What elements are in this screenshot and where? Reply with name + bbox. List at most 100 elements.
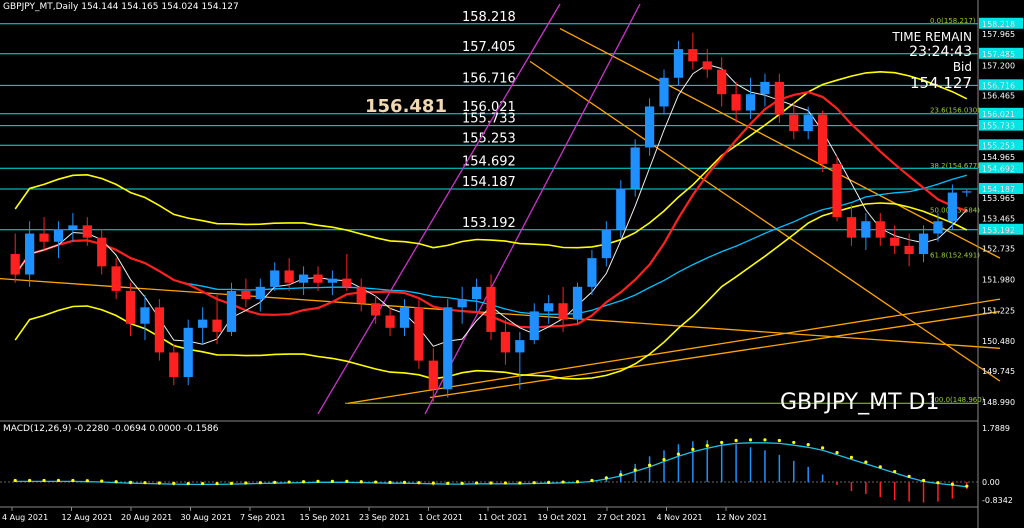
candle-body — [731, 94, 741, 111]
macd-tick-label: 0.00 — [982, 478, 1000, 487]
price-tick-label: 158.218 — [982, 20, 1015, 29]
macd-dot — [561, 480, 565, 484]
candle-body — [918, 233, 929, 255]
macd-dot — [100, 479, 104, 483]
time-tick-label: 19 Oct 2021 — [538, 513, 587, 522]
candle-body — [659, 77, 669, 107]
level-label: 154.187 — [462, 175, 516, 190]
price-tick-label: 152.735 — [982, 245, 1015, 254]
time-remain-value: 23:24:43 — [909, 44, 972, 60]
bid-value: 154.127 — [909, 74, 972, 92]
candle-body — [962, 191, 972, 193]
price-tick-label: 153.192 — [982, 226, 1015, 235]
candle-body — [356, 286, 366, 304]
macd-dot — [345, 479, 349, 484]
macd-dot — [201, 482, 205, 486]
macd-tick-label: -0.8342 — [982, 496, 1013, 505]
macd-dot — [301, 480, 306, 484]
macd-dot — [56, 478, 61, 483]
macd-dot — [950, 482, 954, 486]
time-tick-label: 30 Aug 2021 — [181, 513, 232, 522]
macd-dot — [720, 440, 724, 445]
macd-tick-label: 1.7889 — [982, 424, 1010, 433]
macd-dot — [734, 438, 738, 443]
candle-body — [890, 237, 900, 246]
macd-dot — [460, 481, 464, 485]
candle-body — [817, 114, 828, 164]
candle-body — [673, 49, 684, 78]
macd-dot — [575, 480, 580, 484]
macd-dot — [374, 480, 378, 484]
price-tick-label: 157.485 — [982, 50, 1015, 59]
candle-body — [544, 303, 554, 312]
chart-header: GBPJPY_MT,Daily 154.144 154.165 154.024 … — [3, 2, 239, 12]
time-tick-label: 20 Aug 2021 — [121, 513, 172, 522]
price-tick-label: 153.465 — [982, 215, 1015, 224]
fib-label: 38.2(154.677) — [930, 162, 980, 170]
candle-body — [717, 69, 727, 95]
candle-body — [169, 352, 179, 378]
macd-dot — [864, 460, 868, 464]
macd-dot — [532, 481, 536, 485]
candle-body — [428, 360, 438, 390]
candle-body — [125, 290, 136, 324]
time-tick-label: 4 Nov 2021 — [657, 513, 703, 522]
candle-body — [298, 274, 309, 283]
macd-dot — [172, 481, 176, 485]
candle-body — [270, 270, 280, 287]
macd-dot — [893, 469, 897, 474]
price-tick-label: 154.187 — [982, 185, 1015, 194]
candle-body — [515, 340, 525, 353]
macd-dot — [849, 455, 854, 459]
candle-body — [789, 114, 799, 132]
macd-dot — [792, 440, 796, 445]
time-tick-label: 11 Oct 2021 — [478, 513, 527, 522]
candle-body — [832, 163, 842, 218]
macd-dot — [114, 480, 118, 484]
candle-body — [255, 286, 265, 300]
macd-dot — [489, 481, 493, 485]
highlight-price: 156.481 — [365, 96, 447, 117]
fib-label: 61.8(152.491) — [930, 252, 980, 260]
macd-dot — [258, 481, 262, 485]
price-tick-label: 155.733 — [982, 122, 1015, 131]
candle-body — [371, 303, 381, 316]
time-tick-label: 4 Aug 2021 — [2, 513, 48, 522]
macd-dot — [244, 481, 248, 485]
time-tick-label: 12 Aug 2021 — [62, 513, 113, 522]
candle-body — [183, 327, 193, 378]
price-tick-label: 155.253 — [982, 141, 1015, 150]
macd-dot — [590, 478, 594, 483]
candle-body — [25, 233, 35, 275]
price-tick-label: 154.965 — [982, 153, 1015, 162]
macd-dot — [186, 482, 190, 486]
macd-dot — [619, 473, 623, 477]
macd-dot — [748, 438, 753, 442]
candle-body — [414, 307, 424, 361]
candle-body — [558, 303, 568, 320]
candle-body — [500, 331, 511, 353]
macd-dot — [42, 478, 46, 483]
macd-dot — [676, 452, 681, 456]
macd-dot — [13, 478, 17, 483]
macd-dot — [633, 468, 637, 472]
candle-body — [745, 94, 756, 111]
macd-dot — [143, 481, 147, 485]
time-tick-label: 15 Sep 2021 — [300, 513, 351, 522]
candle-body — [313, 274, 323, 283]
candle-body — [861, 221, 871, 238]
macd-dot — [388, 480, 392, 484]
fib-label: 0.0(158.217) — [930, 17, 976, 25]
candle-body — [241, 290, 251, 300]
bid-label: Bid — [952, 60, 972, 74]
price-tick-label: 151.980 — [982, 275, 1015, 284]
candle-body — [774, 81, 784, 115]
macd-dot — [71, 478, 75, 483]
macd-dot — [878, 465, 882, 469]
candle-body — [385, 315, 395, 328]
price-tick-label: 153.965 — [982, 194, 1015, 203]
candle-body — [702, 61, 712, 70]
macd-dot — [157, 481, 161, 485]
macd-dot — [359, 480, 363, 484]
macd-dot — [547, 480, 551, 484]
